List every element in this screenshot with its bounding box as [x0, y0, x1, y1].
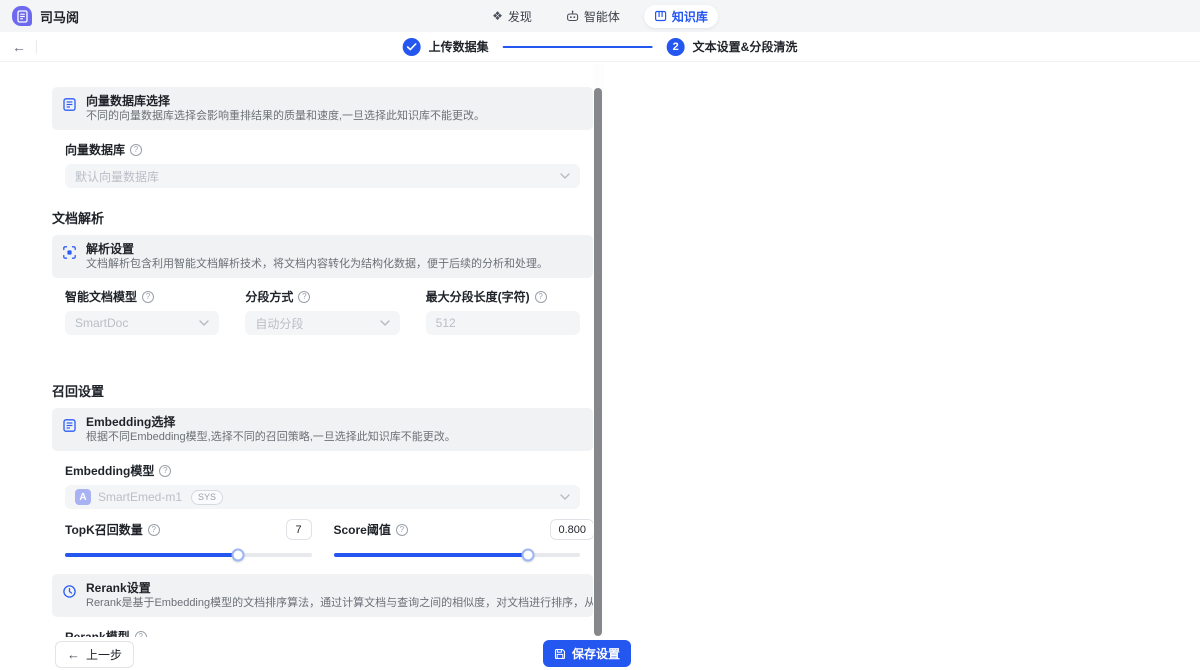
vector-db-select-value: 默认向量数据库	[75, 168, 159, 185]
help-icon[interactable]: ?	[396, 524, 408, 536]
help-icon[interactable]: ?	[298, 291, 310, 303]
library-icon	[654, 10, 667, 22]
parse-banner: 解析设置 文档解析包含利用智能文档解析技术，将文档内容转化为结构化数据，便于后续…	[52, 235, 593, 278]
vector-db-banner-title: 向量数据库选择	[86, 93, 485, 109]
check-icon	[407, 43, 417, 51]
chevron-down-icon	[199, 320, 209, 326]
embedding-banner: Embedding选择 根据不同Embedding模型,选择不同的召回策略,一旦…	[52, 408, 593, 451]
scrollbar-track	[593, 64, 604, 636]
previous-step-button[interactable]: ← 上一步	[55, 641, 134, 668]
vector-db-banner: 向量数据库选择 不同的向量数据库选择会影响重排结果的质量和速度,一旦选择此知识库…	[52, 87, 593, 130]
help-icon[interactable]: ?	[535, 291, 547, 303]
parse-banner-desc: 文档解析包含利用智能文档解析技术，将文档内容转化为结构化数据，便于后续的分析和处…	[86, 257, 548, 271]
segment-mode-value: 自动分段	[255, 315, 303, 332]
vector-db-banner-text: 向量数据库选择 不同的向量数据库选择会影响重排结果的质量和速度,一旦选择此知识库…	[86, 93, 485, 123]
slider-fill	[65, 553, 238, 557]
help-icon[interactable]: ?	[148, 524, 160, 536]
top-bar: 司马阅 ❖ 发现 智能体 知识库	[0, 0, 1200, 32]
save-icon	[554, 648, 566, 660]
doc-model-label: 智能文档模型	[65, 288, 137, 305]
embedding-banner-text: Embedding选择 根据不同Embedding模型,选择不同的召回策略,一旦…	[86, 414, 456, 444]
help-icon[interactable]: ?	[142, 291, 154, 303]
rerank-icon	[61, 583, 78, 600]
stepper: 上传数据集 2 文本设置&分段清洗	[403, 32, 798, 61]
help-icon[interactable]: ?	[130, 144, 142, 156]
nav-agent-label: 智能体	[584, 8, 620, 25]
slider-handle[interactable]	[231, 549, 244, 562]
step1-circle[interactable]	[403, 38, 421, 56]
embedding-banner-title: Embedding选择	[86, 414, 456, 430]
nav-item-discover[interactable]: ❖ 发现	[482, 5, 542, 28]
subbar-divider	[36, 40, 37, 54]
embedding-icon	[61, 417, 78, 434]
embedding-model-value: SmartEmed-m1	[98, 490, 182, 504]
parse-section-heading: 文档解析	[52, 208, 593, 227]
doc-model-value: SmartDoc	[75, 316, 128, 330]
help-icon[interactable]: ?	[159, 465, 171, 477]
slider-fill	[334, 553, 529, 557]
step1-label[interactable]: 上传数据集	[429, 38, 489, 55]
parse-banner-text: 解析设置 文档解析包含利用智能文档解析技术，将文档内容转化为结构化数据，便于后续…	[86, 241, 548, 271]
segment-mode-label: 分段方式	[245, 288, 293, 305]
chevron-down-icon	[380, 320, 390, 326]
embedding-score-label: Score阈值	[334, 521, 391, 538]
sys-tag: SYS	[191, 490, 223, 505]
nav-knowledge-label: 知识库	[672, 8, 708, 25]
parse-banner-title: 解析设置	[86, 241, 548, 257]
vector-db-select: 默认向量数据库	[65, 164, 580, 188]
embedding-banner-desc: 根据不同Embedding模型,选择不同的召回策略,一旦选择此知识库不能更改。	[86, 430, 456, 444]
rerank-banner-desc: Rerank是基于Embedding模型的文档排序算法，通过计算文档与查询之间的…	[86, 596, 593, 610]
max-length-value: 512	[436, 316, 456, 330]
max-length-label: 最大分段长度(字符)	[426, 288, 530, 305]
nav-discover-label: 发现	[508, 8, 532, 25]
nav-item-knowledge-base[interactable]: 知识库	[644, 5, 718, 28]
embedding-topk-value-box[interactable]: 7	[286, 519, 312, 540]
embedding-score-value-box[interactable]: 0.800	[550, 519, 593, 540]
step2-circle: 2	[667, 38, 685, 56]
previous-step-label: 上一步	[86, 646, 122, 663]
embedding-model-select: A SmartEmed-m1 SYS	[65, 485, 580, 509]
chevron-down-icon	[560, 173, 570, 179]
save-settings-button[interactable]: 保存设置	[543, 640, 631, 667]
recall-section-heading: 召回设置	[52, 381, 593, 400]
embedding-topk-label: TopK召回数量	[65, 521, 143, 538]
footer-bar: ← 上一步 保存设置	[0, 637, 1200, 670]
step2-label: 文本设置&分段清洗	[693, 38, 798, 55]
chevron-down-icon	[560, 494, 570, 500]
save-settings-label: 保存设置	[572, 645, 620, 662]
robot-icon	[566, 10, 579, 22]
embedding-score-slider[interactable]	[334, 547, 581, 562]
slider-handle[interactable]	[522, 549, 535, 562]
discover-icon: ❖	[492, 9, 503, 23]
rerank-banner: Rerank设置 Rerank是基于Embedding模型的文档排序算法，通过计…	[52, 574, 593, 617]
vector-db-field-label: 向量数据库	[65, 141, 125, 158]
rerank-banner-text: Rerank设置 Rerank是基于Embedding模型的文档排序算法，通过计…	[86, 580, 593, 610]
embedding-topk-slider[interactable]	[65, 547, 312, 562]
arrow-left-icon: ←	[67, 648, 80, 661]
top-nav: ❖ 发现 智能体 知识库	[482, 0, 718, 32]
scan-icon	[61, 244, 78, 261]
step-connector	[503, 46, 653, 48]
doc-model-select: SmartDoc	[65, 311, 219, 335]
app-logo-icon	[12, 6, 32, 26]
max-length-input: 512	[426, 311, 580, 335]
nav-item-agents[interactable]: 智能体	[556, 5, 630, 28]
sub-bar: ← 上传数据集 2 文本设置&分段清洗	[0, 32, 1200, 62]
embedding-model-label: Embedding模型	[65, 462, 154, 479]
vector-db-banner-desc: 不同的向量数据库选择会影响重排结果的质量和速度,一旦选择此知识库不能更改。	[86, 109, 485, 123]
scrollbar-thumb[interactable]	[594, 88, 602, 636]
form-content: 向量数据库选择 不同的向量数据库选择会影响重排结果的质量和速度,一旦选择此知识库…	[52, 63, 593, 670]
rerank-banner-title: Rerank设置	[86, 580, 593, 596]
database-icon	[61, 96, 78, 113]
model-badge-icon: A	[75, 489, 91, 505]
brand: 司马阅	[12, 6, 79, 26]
back-arrow-icon[interactable]: ←	[12, 40, 26, 54]
segment-mode-select: 自动分段	[245, 311, 399, 335]
app-title: 司马阅	[40, 7, 79, 26]
